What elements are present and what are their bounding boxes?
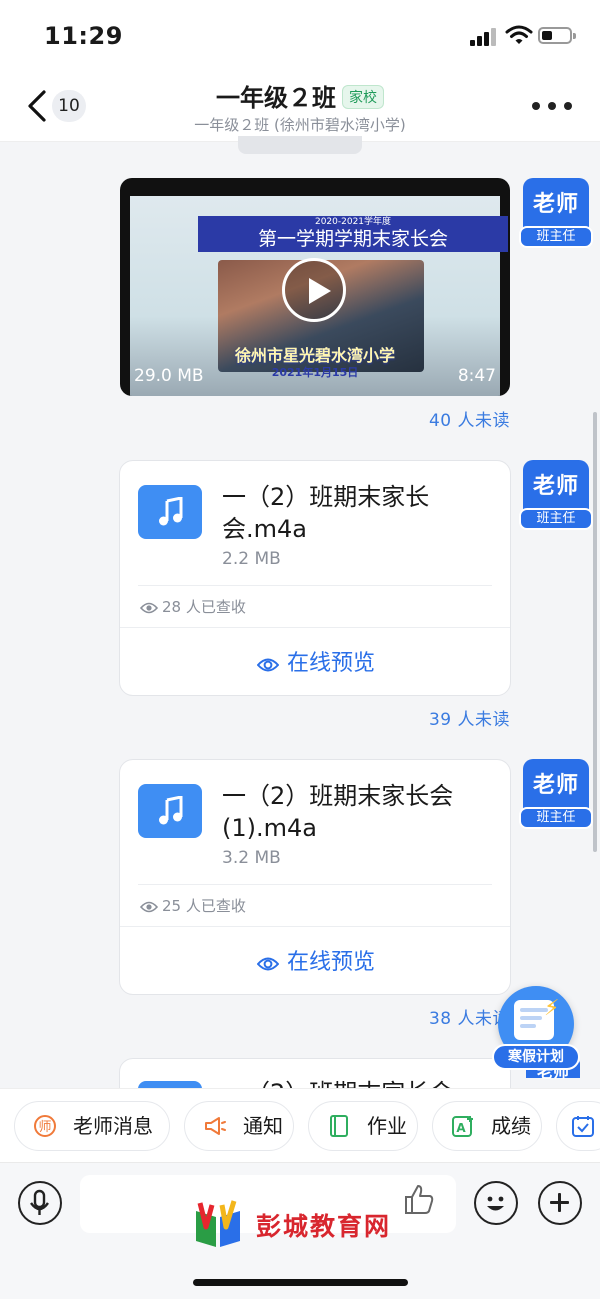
- chat-title: 一年级２班 家校: [0, 78, 600, 113]
- online-preview-button[interactable]: 在线预览: [120, 944, 510, 976]
- status-bar: 11:29: [0, 0, 600, 70]
- divider: [138, 884, 492, 885]
- divider: [120, 926, 510, 927]
- audio-file-card[interactable]: 一（2）班期末家长会(1).m4a 3.2 MB 25 人已查收 在线预览: [119, 759, 511, 995]
- file-size: 3.2 MB: [222, 848, 281, 868]
- more-options-icon[interactable]: [532, 102, 572, 112]
- emoji-icon[interactable]: [474, 1181, 518, 1225]
- slide-school-name: 徐州市星光碧水湾小学: [234, 346, 395, 365]
- book-icon: [330, 1115, 348, 1137]
- battery-icon: [538, 27, 576, 44]
- tab-notice[interactable]: 通知: [184, 1101, 294, 1151]
- tab-homework[interactable]: 作业: [308, 1101, 418, 1151]
- input-bar: 彭城教育网: [0, 1162, 600, 1299]
- online-preview-button[interactable]: 在线预览: [120, 645, 510, 677]
- svg-text:师: 师: [38, 1120, 51, 1135]
- teacher-icon: 师: [34, 1115, 56, 1137]
- quick-action-bar: 师 老师消息 通知 作业 A 成绩: [0, 1088, 600, 1162]
- video-message[interactable]: 2020-2021学年度 第一学期学期末家长会 徐州市星光碧水湾小学 2021年…: [120, 178, 510, 396]
- video-size: 29.0 MB: [134, 366, 204, 386]
- file-size: 2.2 MB: [222, 549, 281, 569]
- teacher-avatar[interactable]: 老师 班主任: [519, 178, 593, 248]
- unread-status[interactable]: 40 人未读: [429, 406, 510, 431]
- status-time: 11:29: [44, 22, 123, 50]
- file-name: 一（2）班期末家长会(1).m4a: [222, 782, 454, 842]
- divider: [138, 585, 492, 586]
- winter-plan-label: 寒假计划: [492, 1044, 580, 1070]
- scrollbar[interactable]: [593, 412, 597, 852]
- video-duration: 8:47: [457, 366, 496, 386]
- audio-file-card[interactable]: 一（2）班期末家长会: [119, 1058, 511, 1090]
- received-count: 25 人已查收: [139, 895, 246, 916]
- unread-status[interactable]: 39 人未读: [429, 705, 510, 730]
- message-list[interactable]: 老师 班主任 2020-2021学年度 第一学期学期末家长会 徐州市星光碧水湾小…: [0, 142, 600, 1090]
- megaphone-icon: [205, 1117, 226, 1135]
- home-school-tag: 家校: [342, 85, 384, 109]
- book-logo-icon: [196, 1200, 240, 1247]
- file-name: 一（2）班期末家长会.m4a: [222, 483, 430, 543]
- tab-teacher-messages[interactable]: 师 老师消息: [14, 1101, 170, 1151]
- wifi-icon: [505, 25, 533, 44]
- received-count: 28 人已查收: [139, 596, 246, 617]
- winter-plan-button[interactable]: 老师 ⚡ 寒假计划: [492, 984, 580, 1081]
- teacher-avatar[interactable]: 老师 班主任: [519, 460, 593, 530]
- watermark-text: 彭城教育网: [256, 1212, 392, 1241]
- signal-icon: [470, 28, 496, 46]
- tab-grades[interactable]: A 成绩: [432, 1101, 542, 1151]
- add-attachment-icon[interactable]: [538, 1181, 582, 1225]
- eye-icon: [139, 602, 159, 614]
- divider: [120, 627, 510, 628]
- eye-icon: [256, 957, 280, 971]
- watermark-logo: 彭城教育网: [190, 1197, 420, 1257]
- calendar-check-icon: [572, 1116, 594, 1137]
- lightning-icon: ⚡: [544, 996, 560, 1021]
- chat-subtitle: 一年级２班 (徐州市碧水湾小学): [194, 116, 406, 134]
- eye-icon: [139, 901, 159, 913]
- svg-text:A: A: [456, 1121, 466, 1135]
- play-icon[interactable]: [282, 258, 346, 322]
- music-note-icon: [138, 485, 202, 539]
- home-indicator[interactable]: [193, 1279, 408, 1286]
- audio-file-card[interactable]: 一（2）班期末家长会.m4a 2.2 MB 28 人已查收 在线预览: [119, 460, 511, 696]
- chat-title-text: 一年级２班: [216, 84, 336, 112]
- teacher-avatar[interactable]: 老师 班主任: [519, 759, 593, 829]
- tab-schedule[interactable]: [556, 1101, 600, 1151]
- nav-bar: 10 一年级２班 家校 一年级２班 (徐州市碧水湾小学): [0, 70, 600, 142]
- music-note-icon: [138, 784, 202, 838]
- slide-banner: 2020-2021学年度 第一学期学期末家长会: [198, 216, 508, 252]
- grade-icon: A: [452, 1116, 473, 1137]
- microphone-icon[interactable]: [18, 1181, 62, 1225]
- eye-icon: [256, 658, 280, 672]
